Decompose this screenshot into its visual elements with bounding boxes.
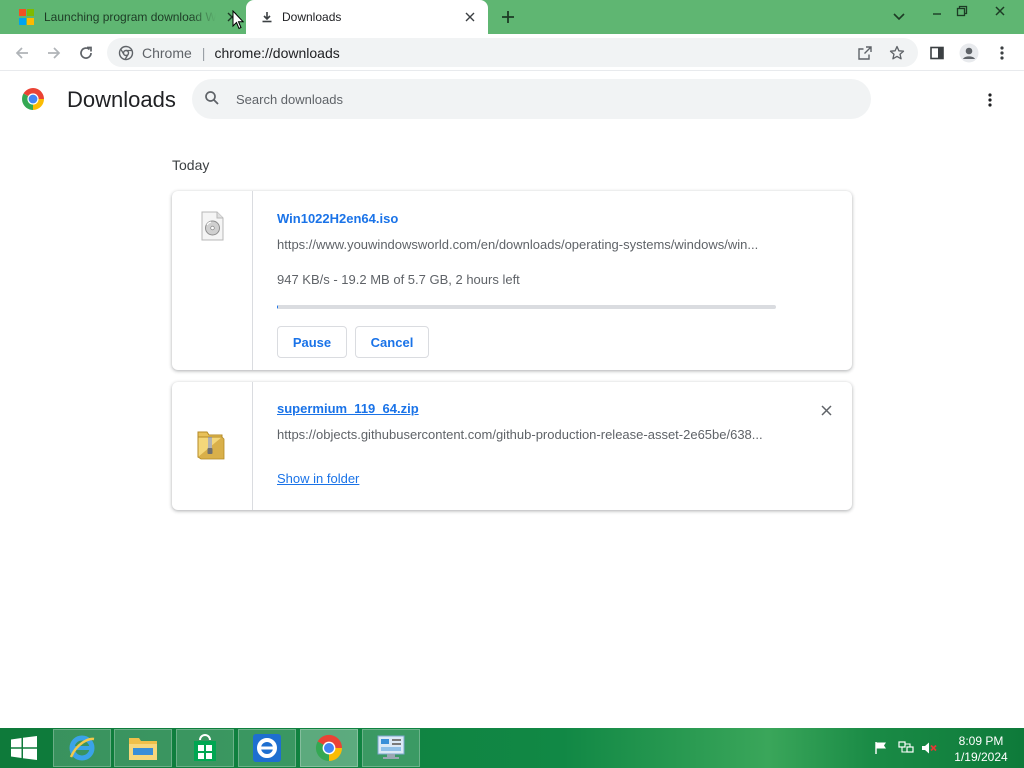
- taskbar-control-panel-icon[interactable]: [362, 729, 420, 767]
- download-status: 947 KB/s - 19.2 MB of 5.7 GB, 2 hours le…: [277, 272, 520, 287]
- download-icon: [261, 11, 273, 23]
- tab-title: Downloads: [282, 10, 342, 24]
- downloads-menu-icon[interactable]: [978, 88, 1002, 112]
- search-icon: [204, 90, 220, 111]
- show-in-folder-link[interactable]: Show in folder: [277, 471, 359, 486]
- bookmark-star-icon[interactable]: [887, 43, 907, 63]
- search-input[interactable]: [236, 91, 836, 107]
- taskbar-internet-explorer-icon[interactable]: [53, 729, 111, 767]
- chrome-site-icon: [116, 43, 136, 63]
- action-center-flag-icon[interactable]: [873, 740, 889, 756]
- profile-avatar-icon[interactable]: [957, 41, 981, 65]
- browser-toolbar: Chrome | chrome://downloads: [0, 34, 1024, 71]
- omnibox-divider: |: [201, 44, 206, 61]
- forward-button[interactable]: [42, 41, 66, 65]
- download-progress-fill: [277, 305, 279, 309]
- taskbar-file-explorer-icon[interactable]: [114, 729, 172, 767]
- download-progress-bar: [277, 305, 776, 309]
- file-name-link[interactable]: Win1022H2en64.iso: [277, 211, 398, 226]
- close-window-icon[interactable]: [981, 0, 1019, 22]
- file-icon-column: [172, 382, 253, 510]
- clock-time: 8:09 PM: [958, 734, 1004, 748]
- close-tab-icon[interactable]: [462, 9, 478, 25]
- file-source-url: https://www.youwindowsworld.com/en/downl…: [277, 237, 759, 252]
- site-chip: Chrome: [142, 44, 192, 61]
- url-text: chrome://downloads: [214, 44, 340, 61]
- chrome-menu-icon[interactable]: [990, 41, 1014, 65]
- volume-muted-icon[interactable]: [921, 740, 937, 756]
- disc-file-icon: [198, 211, 226, 246]
- pause-button[interactable]: Pause: [277, 326, 347, 358]
- tab-strip: Launching program download W Downloads: [0, 0, 1024, 34]
- download-item-iso: Win1022H2en64.iso https://www.youwindows…: [172, 191, 852, 370]
- back-button[interactable]: [10, 41, 34, 65]
- network-icon[interactable]: [898, 740, 914, 756]
- address-bar[interactable]: Chrome | chrome://downloads: [107, 38, 918, 67]
- side-panel-icon[interactable]: [925, 41, 949, 65]
- system-clock[interactable]: 8:09 PM 1/19/2024: [948, 733, 1014, 765]
- tab-search-chevron-down-icon[interactable]: [884, 6, 914, 28]
- start-button[interactable]: [10, 736, 38, 760]
- taskbar-chrome-icon[interactable]: [300, 729, 358, 767]
- windows-taskbar: 8:09 PM 1/19/2024: [0, 728, 1024, 768]
- share-icon[interactable]: [855, 43, 875, 63]
- file-name-link[interactable]: supermium_119_64.zip: [277, 401, 419, 416]
- chrome-logo-icon: [20, 86, 46, 112]
- restore-icon[interactable]: [947, 0, 977, 22]
- taskbar-store-icon[interactable]: [176, 729, 234, 767]
- tab-title: Launching program download W: [44, 10, 216, 24]
- tab-downloads[interactable]: Downloads: [246, 0, 488, 34]
- search-downloads-box[interactable]: [192, 79, 871, 119]
- cancel-button[interactable]: Cancel: [355, 326, 429, 358]
- mouse-cursor-icon: [232, 9, 245, 35]
- reload-button[interactable]: [74, 41, 98, 65]
- file-icon-column: [172, 191, 253, 370]
- clock-date: 1/19/2024: [954, 750, 1008, 764]
- zip-folder-icon: [196, 428, 226, 465]
- file-source-url: https://objects.githubusercontent.com/gi…: [277, 427, 763, 442]
- download-item-zip: supermium_119_64.zip https://objects.git…: [172, 382, 852, 510]
- remove-from-list-icon[interactable]: [816, 400, 836, 420]
- date-heading: Today: [172, 157, 210, 173]
- tab-launching-program[interactable]: Launching program download W: [0, 0, 246, 34]
- downloads-header: Downloads: [0, 71, 1024, 127]
- page-title: Downloads: [67, 87, 176, 112]
- windows-logo-icon: [19, 9, 35, 25]
- taskbar-internet-explorer-icon[interactable]: [238, 729, 296, 767]
- new-tab-button[interactable]: [498, 7, 518, 27]
